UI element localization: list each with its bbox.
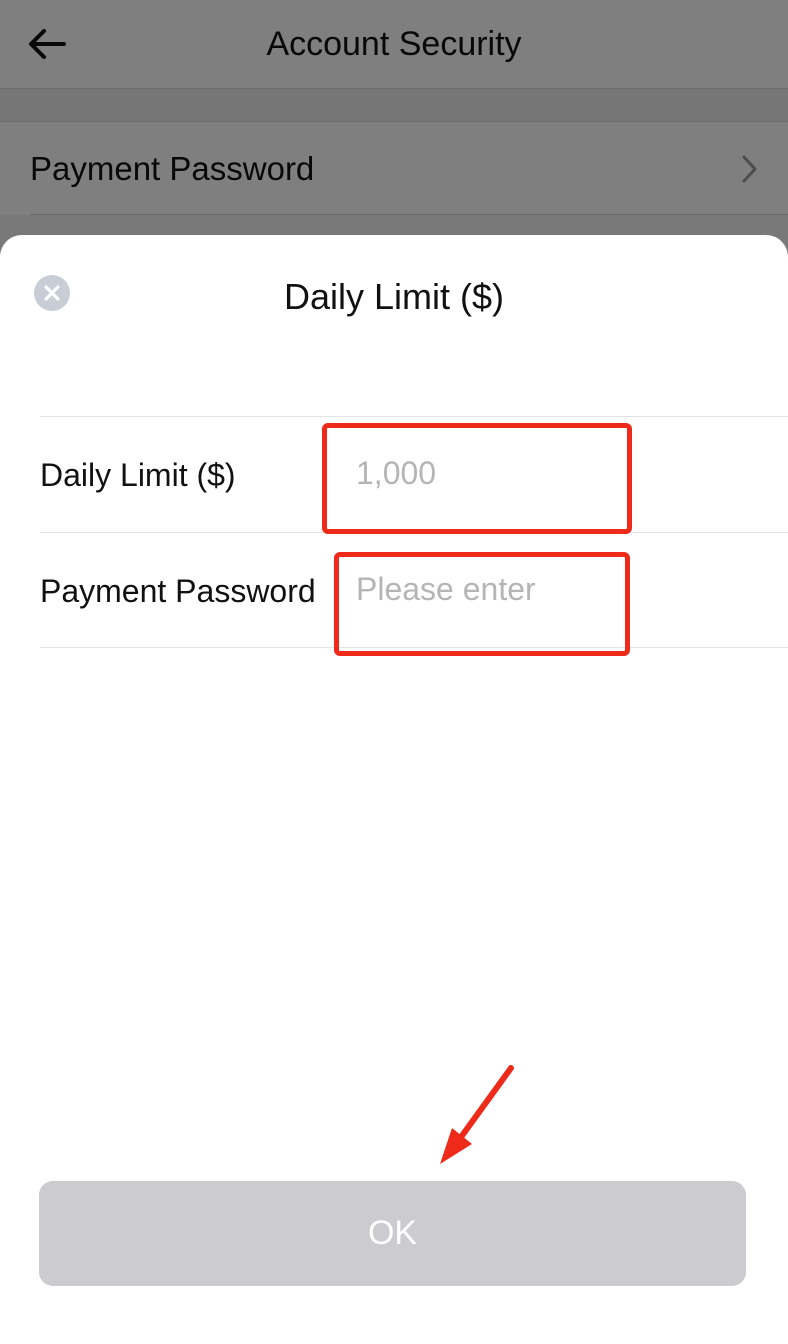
sheet-title: Daily Limit ($): [283, 276, 505, 317]
daily-limit-input[interactable]: [356, 443, 626, 503]
payment-password-input[interactable]: [356, 559, 626, 619]
daily-limit-sheet: Daily Limit ($) Daily Limit ($) Payment …: [0, 235, 788, 1344]
ok-button[interactable]: OK: [39, 1181, 746, 1286]
divider: [40, 532, 788, 533]
divider: [40, 416, 788, 417]
daily-limit-label: Daily Limit ($): [40, 457, 236, 493]
divider: [40, 647, 788, 648]
payment-password-label: Payment Password: [40, 573, 316, 609]
